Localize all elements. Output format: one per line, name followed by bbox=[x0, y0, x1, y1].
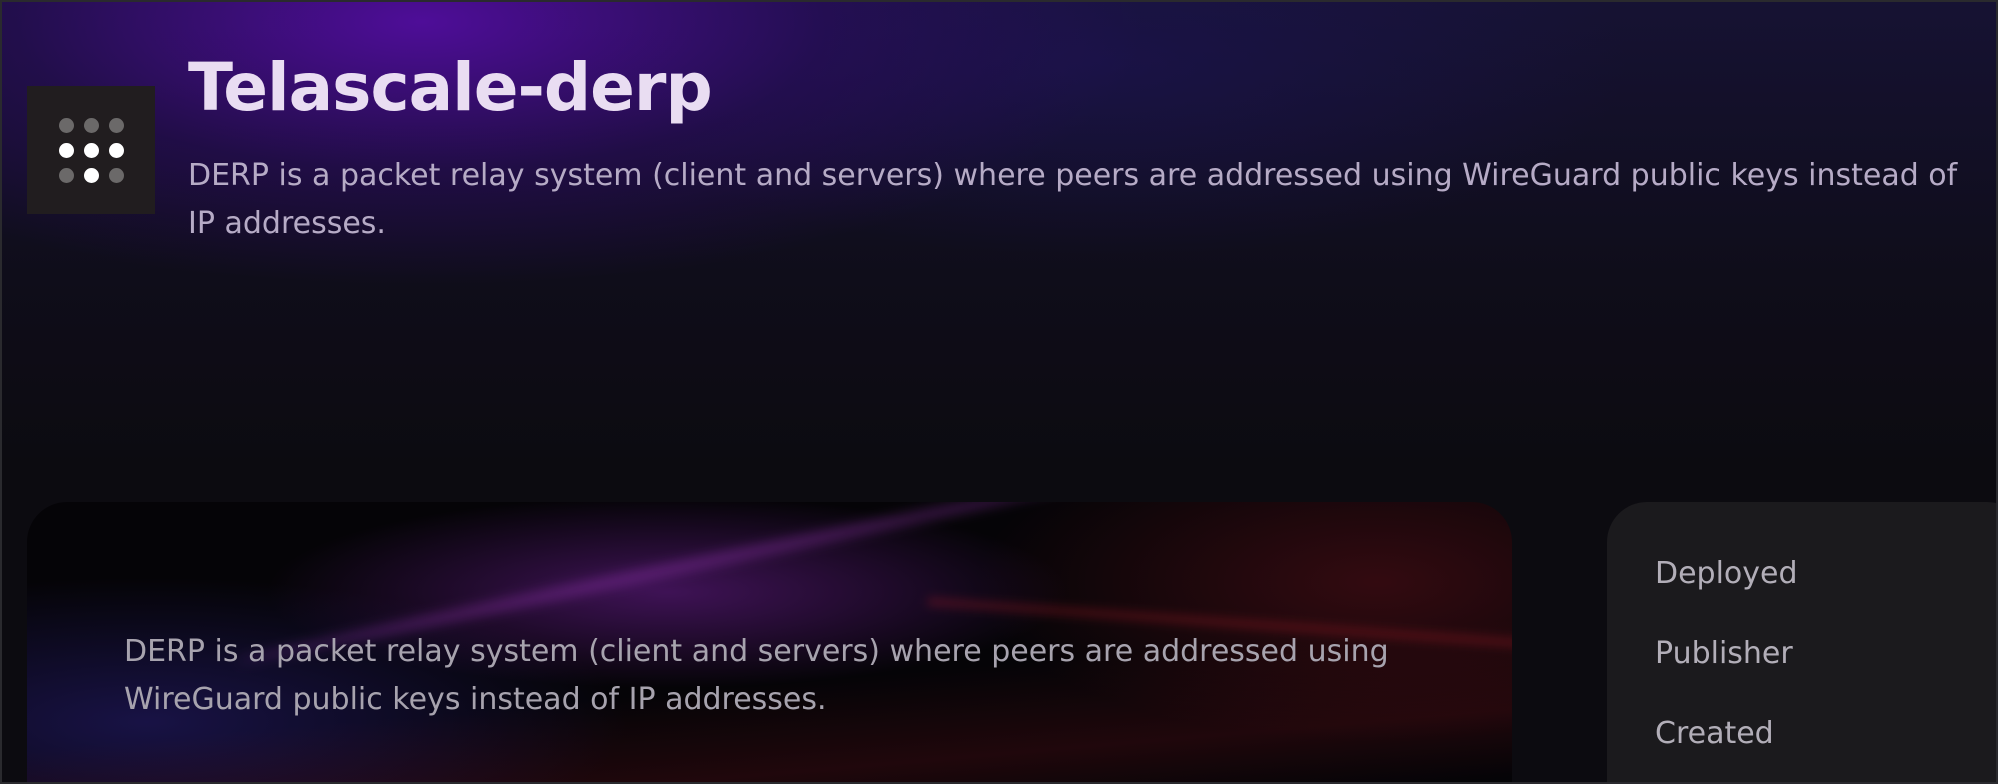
logo-dot bbox=[83, 142, 99, 158]
publisher-label: Publisher bbox=[1655, 636, 1793, 671]
logo-dot bbox=[108, 142, 124, 158]
page-title: Telascale-derp bbox=[188, 49, 713, 126]
logo-dot bbox=[108, 167, 124, 183]
app-logo-icon bbox=[27, 86, 155, 214]
logo-dot bbox=[83, 167, 99, 183]
logo-dot bbox=[58, 117, 74, 133]
logo-dot bbox=[83, 117, 99, 133]
readme-text: DERP is a packet relay system (client an… bbox=[124, 634, 1389, 717]
app-description: DERP is a packet relay system (client an… bbox=[188, 158, 1958, 241]
created-label: Created bbox=[1655, 716, 1774, 751]
logo-dot bbox=[58, 167, 74, 183]
logo-dot bbox=[58, 142, 74, 158]
deployed-label: Deployed bbox=[1655, 556, 1798, 591]
details-card: Deployed Publisher Created bbox=[1607, 502, 1996, 782]
logo-dot bbox=[108, 117, 124, 133]
app-detail-page: Telascale-derp DERP is a packet relay sy… bbox=[0, 0, 1998, 784]
readme-card: DERP is a packet relay system (client an… bbox=[27, 502, 1512, 782]
